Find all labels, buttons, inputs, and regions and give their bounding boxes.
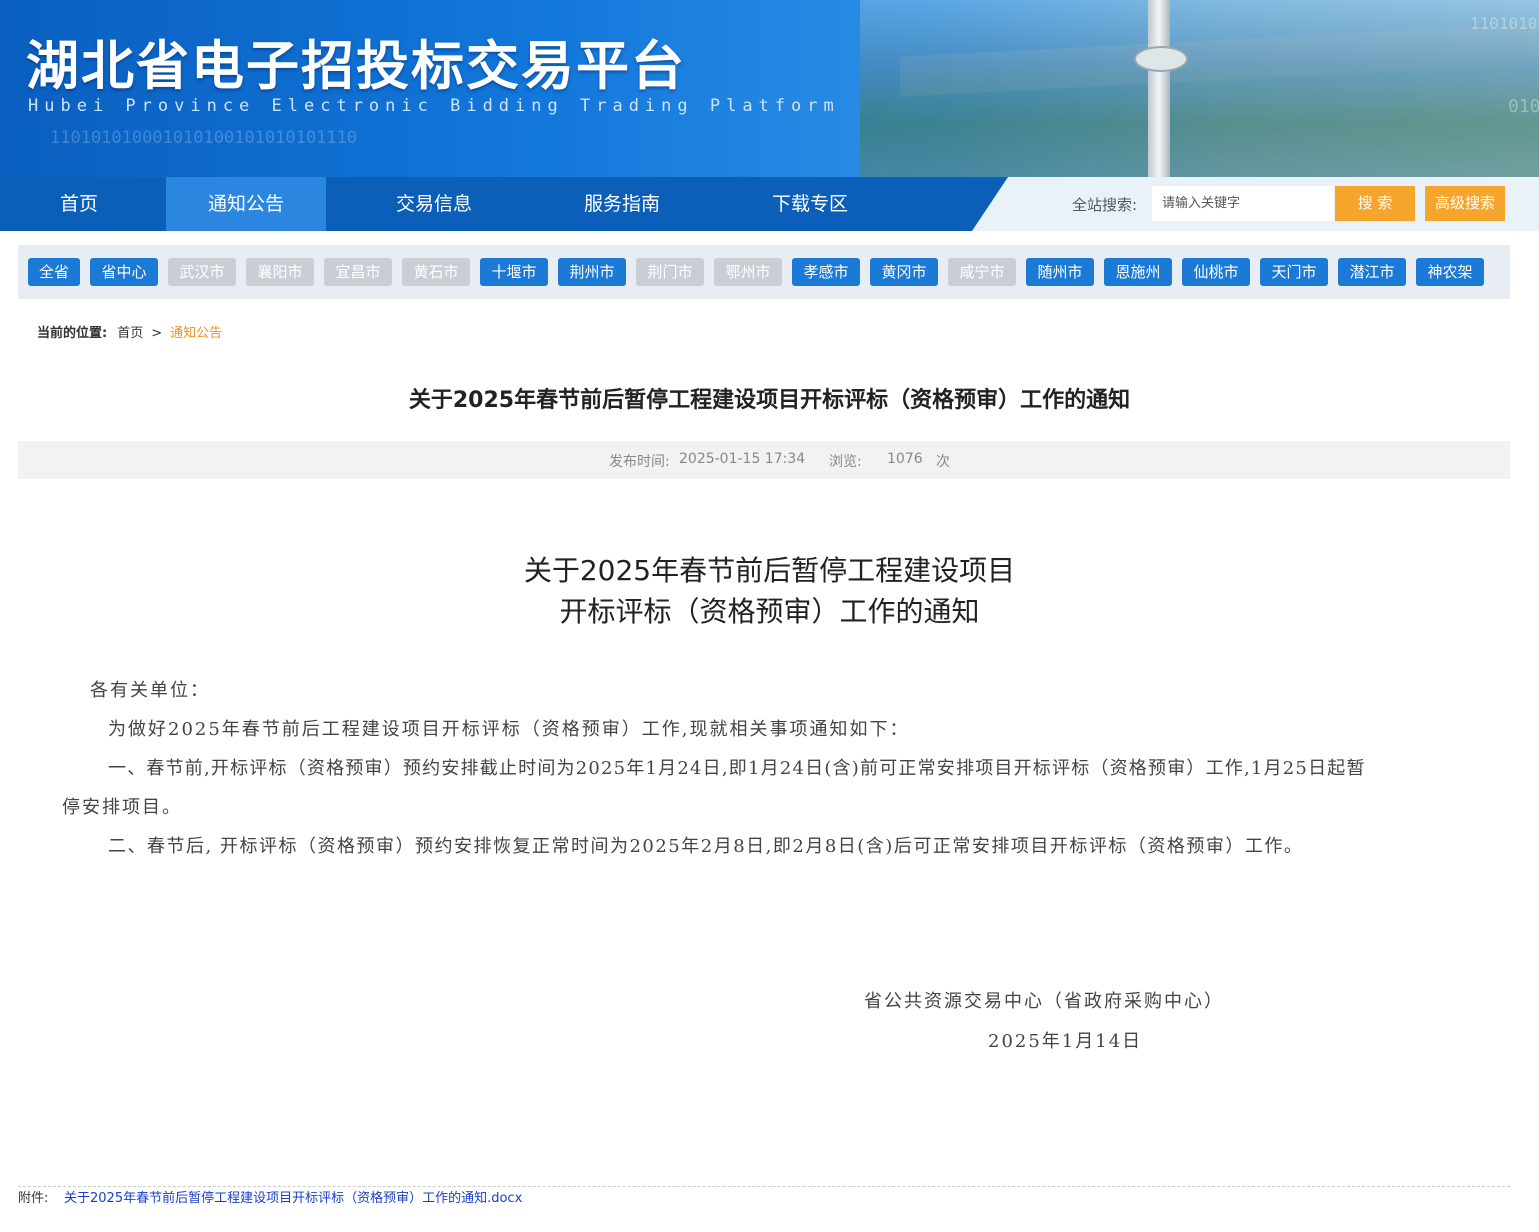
main-nav: 首页 通知公告 交易信息 服务指南 下载专区 全站搜索: 搜 索 高级搜索 (0, 177, 1539, 231)
signature-date: 2025年1月14日 (988, 1031, 1143, 1052)
site-title: 湖北省电子招投标交易平台 (26, 36, 686, 97)
banner-city-image (860, 0, 1539, 177)
article-meta: 发布时间: 2025-01-15 17:34 浏览: 1076 次 (18, 441, 1510, 479)
region-tag-xiangyang[interactable]: 襄阳市 (246, 258, 314, 286)
page-title: 关于2025年春节前后暂停工程建设项目开标评标（资格预审）工作的通知 (408, 388, 1131, 413)
region-tag-huangshi[interactable]: 黄石市 (402, 258, 470, 286)
attachment-link[interactable]: 关于2025年春节前后暂停工程建设项目开标评标（资格预审）工作的通知.docx (64, 1187, 522, 1206)
region-tag-wuhan[interactable]: 武汉市 (168, 258, 236, 286)
paragraph-3: 二、春节后, 开标评标（资格预审）预约安排恢复正常时间为2025年2月8日,即2… (108, 836, 1304, 857)
region-tag-qianjiang[interactable]: 潜江市 (1338, 258, 1406, 286)
breadcrumb-label: 当前的位置: (37, 326, 108, 341)
region-tag-ezhou[interactable]: 鄂州市 (714, 258, 782, 286)
banner-binary-decoration-right-2: 010 (1508, 96, 1539, 117)
views-unit: 次 (936, 454, 950, 470)
nav-item-trade-info[interactable]: 交易信息 (354, 177, 514, 231)
region-tag-jingmen[interactable]: 荆门市 (636, 258, 704, 286)
doc-title-line-1: 关于2025年春节前后暂停工程建设项目 (523, 554, 1016, 587)
breadcrumb: 当前的位置: 首页 > 通知公告 (37, 322, 222, 341)
breadcrumb-separator: > (151, 326, 163, 341)
site-subtitle: Hubei Province Electronic Bidding Tradin… (28, 96, 840, 116)
region-filter-bar: 全省 省中心 武汉市 襄阳市 宜昌市 黄石市 十堰市 荆州市 荆门市 鄂州市 孝… (18, 245, 1510, 299)
advanced-search-button[interactable]: 高级搜索 (1425, 186, 1505, 221)
region-tag-all[interactable]: 全省 (28, 258, 80, 286)
region-tag-shiyan[interactable]: 十堰市 (480, 258, 548, 286)
region-tag-enshi[interactable]: 恩施州 (1104, 258, 1172, 286)
banner-tower-top (1134, 46, 1188, 72)
region-tag-jingzhou[interactable]: 荆州市 (558, 258, 626, 286)
salutation: 各有关单位： (90, 680, 210, 701)
attachment-label: 附件: (18, 1191, 49, 1206)
signature: 省公共资源交易中心（省政府采购中心） (864, 991, 1224, 1012)
nav-item-home[interactable]: 首页 (0, 177, 158, 231)
views-label: 浏览: (829, 454, 862, 470)
paragraph-2-line-1: 一、春节前,开标评标（资格预审）预约安排截止时间为2025年1月24日,即1月2… (108, 758, 1366, 779)
region-tag-tianmen[interactable]: 天门市 (1260, 258, 1328, 286)
paragraph-2-line-2: 停安排项目。 (62, 797, 182, 818)
doc-title-line-2: 开标评标（资格预审）工作的通知 (559, 595, 980, 628)
views-count: 1076 (887, 451, 923, 467)
region-tag-xiaogan[interactable]: 孝感市 (792, 258, 860, 286)
header-banner: 湖北省电子招投标交易平台 Hubei Province Electronic B… (0, 0, 1539, 177)
region-tag-province[interactable]: 省中心 (90, 258, 158, 286)
banner-tower-image (1148, 0, 1170, 177)
search-input[interactable] (1152, 186, 1334, 221)
region-tag-shennongjia[interactable]: 神农架 (1416, 258, 1484, 286)
paragraph-1: 为做好2025年春节前后工程建设项目开标评标（资格预审）工作,现就相关事项通知如… (108, 719, 910, 740)
search-label: 全站搜索: (1072, 196, 1138, 214)
breadcrumb-current[interactable]: 通知公告 (170, 326, 222, 341)
nav-item-notices[interactable]: 通知公告 (166, 177, 326, 231)
region-tag-xianning[interactable]: 咸宁市 (948, 258, 1016, 286)
region-tag-xiantao[interactable]: 仙桃市 (1182, 258, 1250, 286)
region-tag-suizhou[interactable]: 随州市 (1026, 258, 1094, 286)
nav-item-downloads[interactable]: 下载专区 (730, 177, 890, 231)
breadcrumb-home[interactable]: 首页 (117, 326, 143, 341)
publish-label: 发布时间: (609, 454, 670, 470)
search-button[interactable]: 搜 索 (1335, 186, 1415, 221)
region-tag-huanggang[interactable]: 黄冈市 (870, 258, 938, 286)
banner-binary-decoration-right: 11010101 (1470, 14, 1539, 33)
publish-time: 2025-01-15 17:34 (679, 451, 806, 467)
region-tag-yichang[interactable]: 宜昌市 (324, 258, 392, 286)
banner-binary-decoration: 110101010001010100101010101110 (50, 128, 358, 148)
nav-item-service-guide[interactable]: 服务指南 (542, 177, 702, 231)
